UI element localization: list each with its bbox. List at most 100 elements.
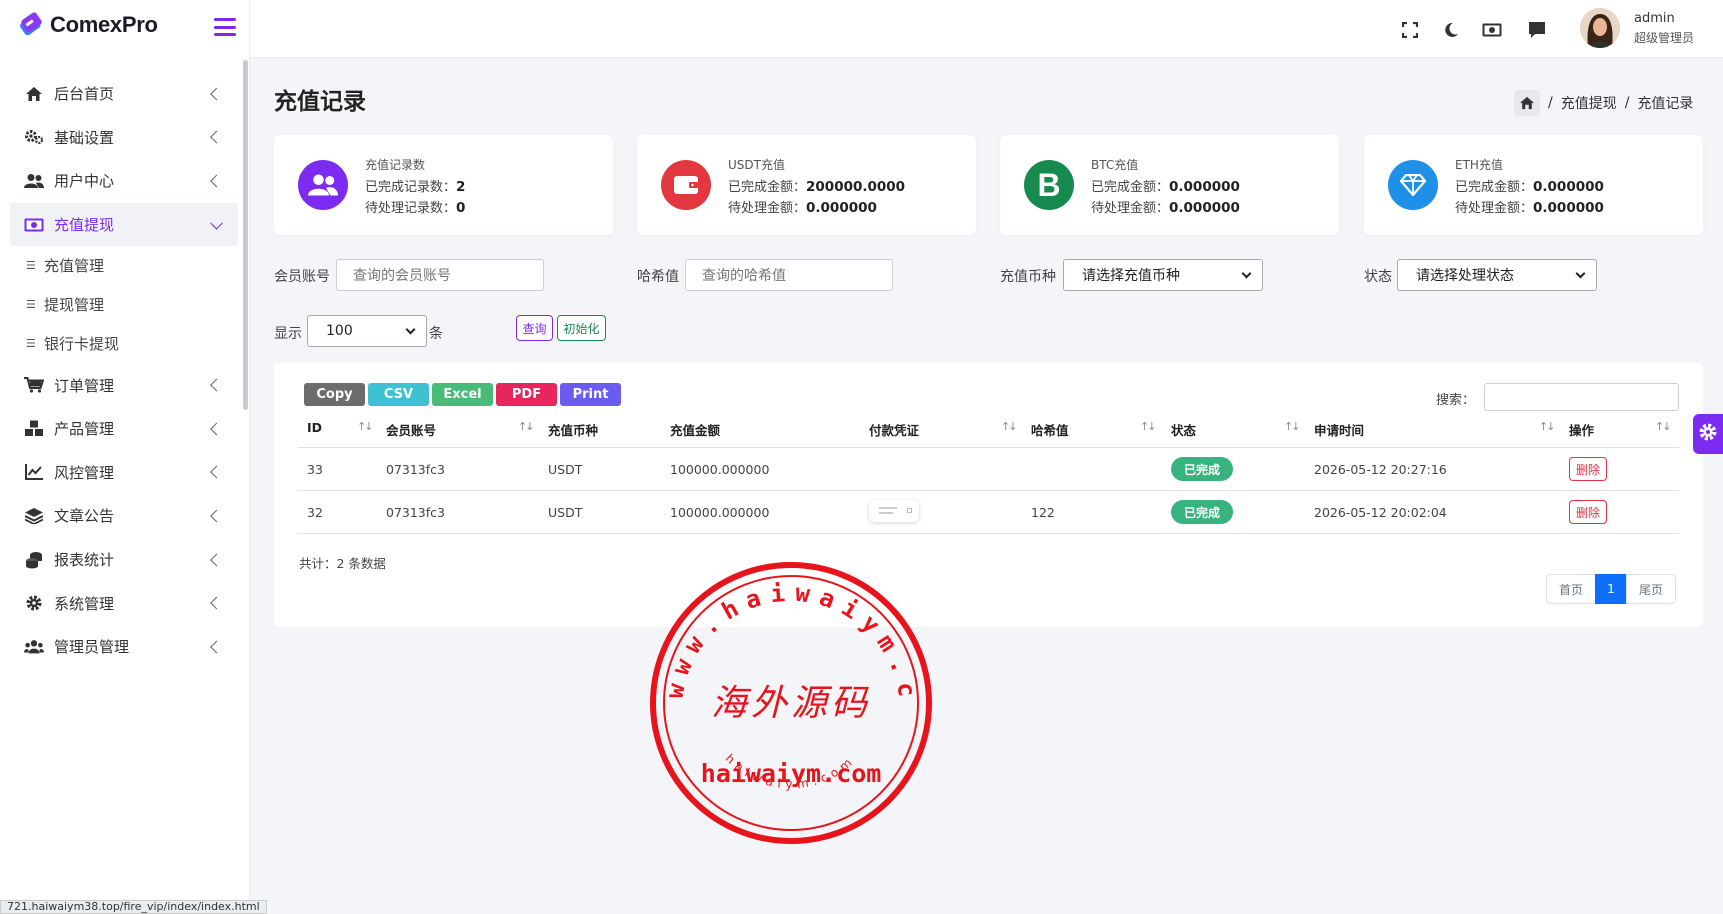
sidebar-subitem-bank-withdraw[interactable]: ☰ 银行卡提现	[0, 324, 248, 363]
status-bar-url: 721.haiwaiym38.top/fire_vip/index/index.…	[0, 900, 267, 914]
cart-icon	[24, 375, 44, 395]
sidebar-item-products[interactable]: 产品管理	[0, 407, 248, 451]
cell-hash: 122	[1031, 505, 1055, 520]
table-divider	[298, 533, 1679, 534]
stat-card-usdt: USDT充值 已完成金额：200000.0000 待处理金额：0.000000	[637, 135, 976, 235]
cell-id: 33	[307, 462, 323, 477]
coins-icon	[24, 550, 44, 570]
sidebar-item-users[interactable]: 用户中心	[0, 159, 248, 203]
column-header-coin[interactable]: 充值币种	[548, 420, 598, 439]
card-title: USDT充值	[728, 158, 785, 172]
delete-button[interactable]: 删除	[1569, 457, 1607, 481]
chat-icon[interactable]	[1526, 20, 1548, 40]
cogs-icon	[24, 127, 44, 147]
sort-icon[interactable]: ↑↓	[1655, 420, 1672, 433]
column-header-time[interactable]: 申请时间	[1314, 420, 1364, 439]
wallet-icon	[661, 160, 711, 210]
sidebar-subitem-recharge[interactable]: ☰ 充值管理	[0, 246, 248, 285]
hash-search-input[interactable]: 查询的哈希值	[685, 259, 893, 291]
menu-toggle-icon[interactable]	[214, 18, 236, 36]
cell-amount: 100000.000000	[670, 462, 770, 477]
breadcrumb-separator: /	[1548, 95, 1553, 111]
sort-icon[interactable]: ↑↓	[518, 420, 535, 433]
user-name[interactable]: admin	[1634, 11, 1675, 26]
user-role: 超级管理员	[1634, 31, 1695, 45]
breadcrumb-item: 充值记录	[1637, 96, 1694, 112]
column-header-id[interactable]: ID	[307, 420, 322, 435]
sidebar-item-home[interactable]: 后台首页	[0, 72, 248, 116]
sort-icon[interactable]: ↑↓	[1284, 420, 1301, 433]
member-label: 会员账号	[274, 269, 330, 285]
table-divider	[298, 447, 1679, 448]
card-line-value: 2	[456, 179, 466, 195]
card-line-label: 待处理金额：	[1091, 201, 1170, 216]
sidebar-item-articles[interactable]: 文章公告	[0, 494, 248, 538]
sidebar: ComexPro 后台首页 基础设置 用户中心 充值提现 ☰ 充值管理 ☰ 提现管理…	[0, 0, 250, 914]
sidebar-item-reports[interactable]: 报表统计	[0, 538, 248, 582]
coin-select[interactable]: 请选择充值币种	[1063, 259, 1263, 291]
sidebar-item-recharge-withdraw[interactable]: 充值提现	[10, 202, 238, 247]
query-button[interactable]: 查询	[516, 315, 553, 341]
breadcrumb-item[interactable]: 充值提现	[1561, 93, 1617, 113]
logo-icon	[18, 12, 44, 38]
sidebar-item-admins[interactable]: 管理员管理	[0, 625, 248, 669]
stat-card-eth: ETH充值 已完成金额：0.000000 待处理金额：0.000000	[1364, 135, 1703, 235]
chevron-left-icon	[210, 422, 223, 436]
users-icon	[298, 160, 348, 210]
hash-label: 哈希值	[637, 269, 679, 285]
export-print-button[interactable]: Print	[560, 383, 621, 406]
export-pdf-button[interactable]: PDF	[496, 383, 557, 406]
brand-logo[interactable]: ComexPro	[18, 12, 158, 38]
export-copy-button[interactable]: Copy	[304, 383, 365, 406]
column-header-member[interactable]: 会员账号	[386, 420, 436, 439]
show-suffix: 条	[429, 326, 443, 342]
pagination-first[interactable]: 首页	[1546, 574, 1596, 604]
sort-icon[interactable]: ↑↓	[1001, 420, 1018, 433]
column-header-receipt[interactable]: 付款凭证	[869, 420, 919, 439]
pagination-last[interactable]: 尾页	[1626, 574, 1676, 604]
status-select[interactable]: 请选择处理状态	[1397, 259, 1597, 291]
sidebar-item-settings[interactable]: 基础设置	[0, 116, 248, 160]
sort-icon[interactable]: ↑↓	[1539, 420, 1556, 433]
money-icon[interactable]	[1481, 20, 1503, 40]
page-size-select[interactable]: 100	[307, 315, 427, 347]
delete-button[interactable]: 删除	[1569, 500, 1607, 524]
fullscreen-icon[interactable]	[1399, 20, 1421, 40]
home-icon[interactable]	[1514, 90, 1540, 116]
sidebar-subitem-label: 银行卡提现	[44, 335, 120, 354]
gear-icon	[1699, 423, 1717, 445]
receipt-thumbnail[interactable]	[869, 500, 919, 522]
sidebar-item-label: 文章公告	[54, 507, 115, 526]
member-search-input[interactable]: 查询的会员账号	[336, 259, 544, 291]
chevron-down-icon	[405, 324, 416, 335]
export-csv-button[interactable]: CSV	[368, 383, 429, 406]
theme-settings-toggle[interactable]	[1693, 414, 1723, 454]
list-icon: ☰	[26, 337, 36, 351]
export-excel-button[interactable]: Excel	[432, 383, 493, 406]
card-line-label: 待处理记录数：	[365, 201, 457, 216]
stat-card-records: 充值记录数 已完成记录数：2 待处理记录数：0	[274, 135, 613, 235]
breadcrumb: / 充值提现 / 充值记录	[1514, 90, 1693, 116]
reset-button[interactable]: 初始化	[557, 315, 606, 341]
chevron-down-icon	[210, 216, 223, 230]
column-header-action[interactable]: 操作	[1569, 420, 1594, 439]
sidebar-item-orders[interactable]: 订单管理	[0, 363, 248, 407]
sidebar-item-system[interactable]: 系统管理	[0, 581, 248, 625]
column-header-hash[interactable]: 哈希值	[1031, 420, 1069, 439]
pagination-current[interactable]: 1	[1595, 574, 1627, 604]
watermark-stamp: www.haiwaiym.com 海外源码 haiwaiym.com haiwa…	[636, 538, 934, 846]
cubes-icon	[24, 419, 44, 439]
card-line-label: 已完成金额：	[1091, 180, 1170, 195]
sort-icon[interactable]: ↑↓	[357, 420, 374, 433]
moon-icon[interactable]	[1440, 20, 1462, 40]
cell-member: 07313fc3	[386, 462, 445, 477]
sidebar-subitem-withdraw[interactable]: ☰ 提现管理	[0, 285, 248, 324]
column-header-amount[interactable]: 充值金额	[670, 420, 720, 439]
sort-icon[interactable]: ↑↓	[1140, 420, 1157, 433]
column-header-status[interactable]: 状态	[1171, 420, 1196, 439]
card-line-value: 0	[456, 200, 466, 216]
table-search-input[interactable]	[1484, 383, 1679, 411]
stat-card-btc: B BTC充值 已完成金额：0.000000 待处理金额：0.000000	[1000, 135, 1339, 235]
avatar[interactable]	[1580, 8, 1620, 48]
sidebar-item-risk[interactable]: 风控管理	[0, 451, 248, 495]
